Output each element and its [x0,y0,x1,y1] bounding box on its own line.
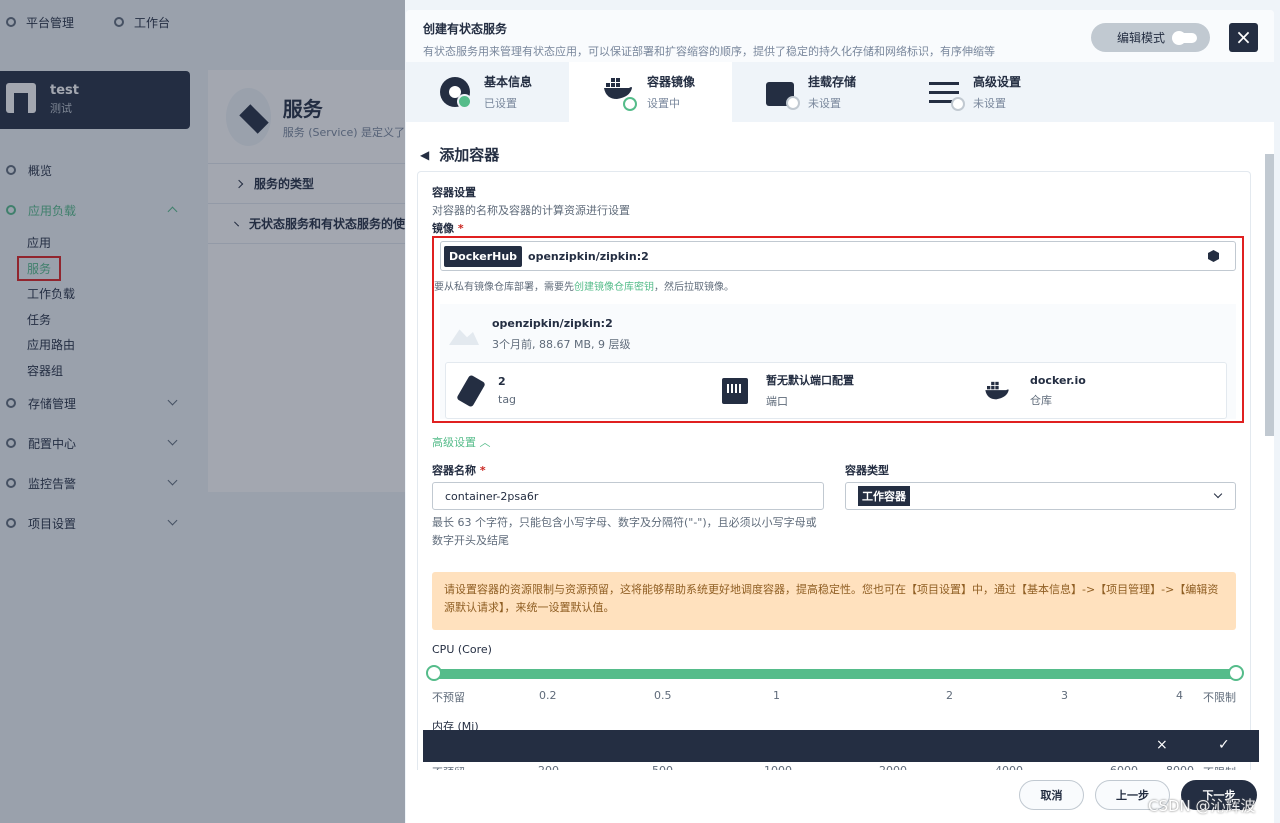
cpu-ticks: 不预留 0.2 0.5 1 2 3 4 不限制 [432,689,1238,704]
edit-mode-toggle[interactable]: 编辑模式 [1091,23,1210,52]
toggle-switch-icon [1172,30,1198,45]
sliders-icon [929,82,965,111]
cpu-tick: 4 [1176,689,1183,702]
disc-icon [440,77,472,109]
cube-icon[interactable] [1208,250,1219,262]
image-placeholder-icon [449,329,479,345]
cpu-tick: 不预留 [432,691,465,704]
back-add-container[interactable]: ◀ 添加容器 [420,144,499,165]
stat-port: 暂无默认端口配置 端口 [706,363,966,418]
container-type-label: 容器类型 [845,464,889,477]
image-info-panel: openzipkin/zipkin:2 3个月前, 88.67 MB, 9 层级… [440,304,1236,419]
container-name-hint: 最长 63 个字符，只能包含小写字母、数字及分隔符("-")，且必须以小写字母或… [432,516,817,547]
modal-body: ◀ 添加容器 容器设置 对容器的名称及容器的计算资源进行设置 镜像 * Docke… [406,122,1274,823]
advanced-settings-toggle[interactable]: 高级设置 ︿ [432,434,491,450]
step-tabs: 基本信息已设置 容器镜像设置中 挂载存储未设置 高级设置未设置 [406,62,1274,122]
modal-backdrop[interactable] [0,0,405,823]
modal-header: 创建有状态服务 有状态服务用来管理有状态应用，可以保证部署和扩容缩容的顺序，提供… [406,10,1274,62]
resource-warning: 请设置容器的资源限制与资源预留，这将能够帮助系统更好地调度容器，提高稳定性。您也… [432,572,1236,630]
tab-status: 已设置 [484,97,517,110]
tab-status: 未设置 [808,97,841,110]
cancel-button[interactable]: 取消 [1019,780,1084,810]
image-meta: 3个月前, 88.67 MB, 9 层级 [492,338,631,351]
modal-footer: 取消 上一步 下一步 [406,770,1274,823]
cpu-tick: 3 [1061,689,1068,702]
check-icon[interactable]: ✓ [1218,737,1230,753]
tab-basic-info[interactable]: 基本信息 已设置 [406,62,569,122]
cpu-slider-min-handle[interactable] [426,665,442,681]
storage-icon [766,82,800,110]
tab-title: 基本信息 [484,75,533,89]
close-button[interactable]: × [1229,23,1258,52]
container-name-input[interactable]: container-2psa6r [432,482,824,510]
image-value: openzipkin/zipkin:2 [528,249,649,263]
container-settings-card: 容器设置 对容器的名称及容器的计算资源进行设置 镜像 * DockerHub o… [417,171,1251,823]
cpu-tick: 0.5 [654,689,672,702]
image-label: 镜像 * [432,222,464,235]
cpu-tick: 2 [946,689,953,702]
cpu-tick: 0.2 [539,689,557,702]
container-type-value: 工作容器 [858,486,910,506]
scrollbar-thumb[interactable] [1265,154,1274,436]
back-arrow-icon: ◀ [420,147,430,162]
cpu-slider[interactable] [426,665,1244,681]
section-title: 容器设置 [432,186,476,199]
scrollbar[interactable] [1264,138,1274,770]
tab-status: 设置中 [647,97,680,110]
docker-icon [603,77,637,111]
watermark: CSDN @沁辉波 [1148,797,1256,815]
chevron-down-icon [1213,489,1223,499]
tab-title: 挂载存储 [808,75,857,89]
private-registry-tip: 要从私有镜像仓库部署，需要先创建镜像仓库密钥，然后拉取镜像。 [434,282,734,293]
registry-badge[interactable]: DockerHub [444,245,523,267]
docker-icon [982,381,1012,401]
tab-status: 未设置 [973,97,1006,110]
cpu-slider-max-handle[interactable] [1228,665,1244,681]
create-stateful-service-modal: 创建有状态服务 有状态服务用来管理有状态应用，可以保证部署和扩容缩容的顺序，提供… [406,10,1274,823]
tab-container-image[interactable]: 容器镜像 设置中 [569,62,732,122]
close-icon[interactable]: × [1156,737,1168,753]
stat-repo: docker.io 仓库 [966,363,1226,418]
tab-title: 高级设置 [973,75,1022,89]
container-type-select[interactable]: 工作容器 [845,482,1236,510]
image-highlight-box: DockerHub openzipkin/zipkin:2 要从私有镜像仓库部署… [432,236,1244,423]
section-description: 对容器的名称及容器的计算资源进行设置 [432,204,630,217]
image-stats: 2 tag 暂无默认端口配置 端口 docker.io 仓库 [445,362,1227,419]
cpu-label: CPU (Core) [432,643,492,656]
image-name: openzipkin/zipkin:2 [492,317,613,330]
stat-tag: 2 tag [446,363,706,418]
tab-mount-storage[interactable]: 挂载存储 未设置 [732,62,895,122]
ethernet-port-icon [722,377,748,404]
tab-advanced-settings[interactable]: 高级设置 未设置 [895,62,1058,122]
cpu-tick: 不限制 [1203,691,1236,704]
tab-title: 容器镜像 [647,75,696,89]
container-name-label: 容器名称 * [432,464,486,477]
tag-icon [456,373,486,408]
image-input[interactable]: DockerHub openzipkin/zipkin:2 [440,241,1236,271]
container-action-bar: × ✓ [423,730,1259,762]
create-secret-link[interactable]: 创建镜像仓库密钥 [574,282,654,293]
cpu-tick: 1 [773,689,780,702]
